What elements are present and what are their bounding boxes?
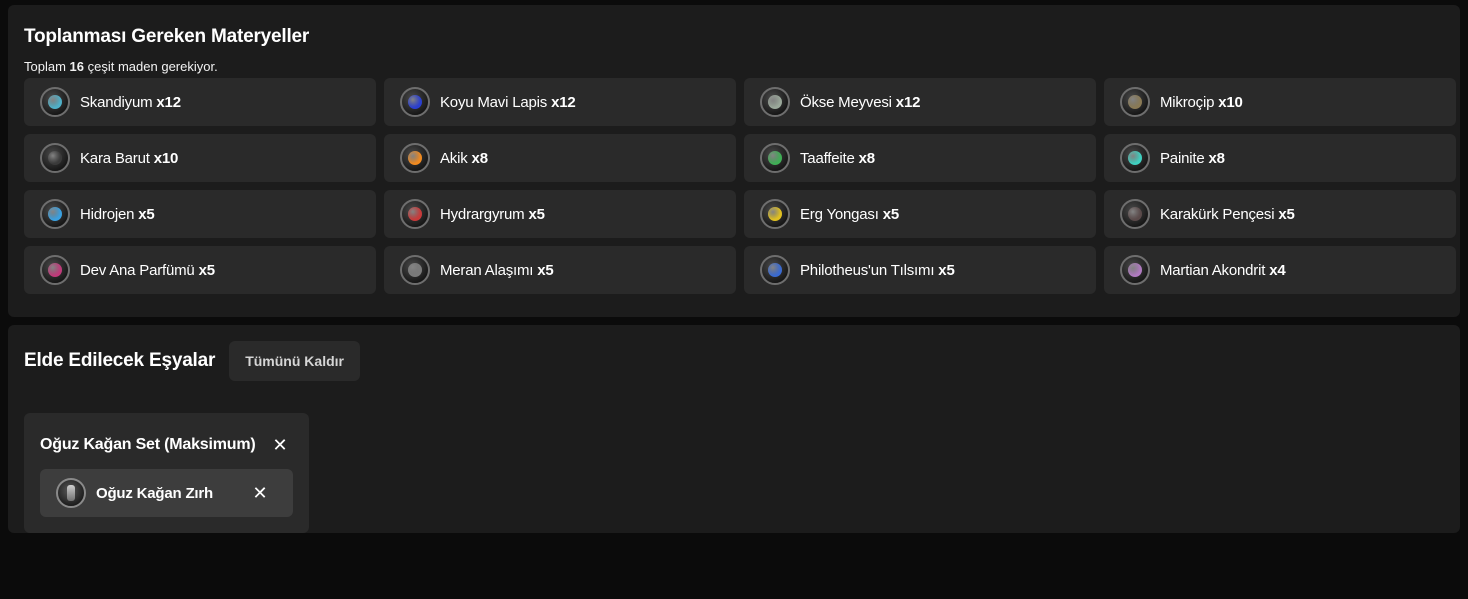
lapis-icon bbox=[400, 87, 430, 117]
material-name: Taaffeite bbox=[800, 149, 855, 167]
material-qty: x5 bbox=[882, 205, 900, 223]
material-name: Kara Barut bbox=[80, 149, 150, 167]
material-item: Skandiyum x12 bbox=[24, 78, 376, 126]
set-card: Oğuz Kağan Set (Maksimum) ✕ Oğuz Kağan Z… bbox=[24, 413, 309, 533]
material-qty: x5 bbox=[1278, 205, 1295, 223]
materials-grid: Skandiyum x12 Koyu Mavi Lapis x12 Ökse Meyve… bbox=[24, 78, 1456, 294]
material-name: Dev Ana Parfümü bbox=[80, 261, 195, 279]
material-qty: x10 bbox=[1218, 93, 1243, 111]
items-header: Elde Edilecek Eşyalar Tümünü Kaldır bbox=[24, 341, 1444, 381]
material-item: Ökse Meyvesi x12 bbox=[744, 78, 1096, 126]
set-item-label: Oğuz Kağan Zırh bbox=[96, 484, 214, 502]
items-title: Elde Edilecek Eşyalar bbox=[24, 350, 216, 371]
kara-barut-icon bbox=[40, 143, 70, 173]
material-name: Mikroçip bbox=[1160, 93, 1215, 111]
philotheus-tilsimi-icon bbox=[760, 255, 790, 285]
material-item: Meran Alaşımı x5 bbox=[384, 246, 736, 294]
close-icon[interactable]: ✕ bbox=[271, 436, 289, 454]
material-name: Philotheus'un Tılsımı bbox=[800, 261, 935, 279]
material-item: Painite x8 bbox=[1104, 134, 1456, 182]
set-item: Oğuz Kağan Zırh ✕ bbox=[40, 469, 293, 517]
material-qty: x10 bbox=[153, 149, 179, 167]
material-item: Karakürk Pençesi x5 bbox=[1104, 190, 1456, 238]
set-title: Oğuz Kağan Set (Maksimum) bbox=[40, 436, 256, 453]
material-item: Akik x8 bbox=[384, 134, 736, 182]
material-name: Koyu Mavi Lapis bbox=[440, 93, 548, 111]
material-qty: x5 bbox=[528, 205, 545, 223]
summary-count: 16 bbox=[69, 59, 85, 74]
material-name: Akik bbox=[440, 149, 468, 167]
material-name: Hidrojen bbox=[80, 205, 135, 223]
material-name: Karakürk Pençesi bbox=[1160, 205, 1275, 223]
close-icon[interactable]: ✕ bbox=[251, 484, 269, 502]
material-item: Taaffeite x8 bbox=[744, 134, 1096, 182]
armor-icon bbox=[56, 478, 86, 508]
material-name: Painite bbox=[1160, 149, 1205, 167]
material-qty: x12 bbox=[156, 93, 181, 111]
painite-icon bbox=[1120, 143, 1150, 173]
material-qty: x8 bbox=[858, 149, 876, 167]
material-qty: x5 bbox=[198, 261, 216, 279]
material-item: Dev Ana Parfümü x5 bbox=[24, 246, 376, 294]
taaffeite-icon bbox=[760, 143, 790, 173]
material-item: Hydrargyrum x5 bbox=[384, 190, 736, 238]
skandiyum-icon bbox=[40, 87, 70, 117]
summary-prefix: Toplam bbox=[24, 59, 66, 74]
items-panel: Elde Edilecek Eşyalar Tümünü Kaldır Oğuz… bbox=[8, 325, 1460, 533]
material-qty: x12 bbox=[895, 93, 921, 111]
materials-title: Toplanması Gereken Materyeller bbox=[24, 26, 310, 47]
materials-summary: Toplam 16 çeşit maden gerekiyor. bbox=[24, 59, 1444, 75]
dev-ana-parfumu-icon bbox=[40, 255, 70, 285]
material-name: Meran Alaşımı bbox=[440, 261, 534, 279]
materials-panel: Toplanması Gereken Materyeller Toplam 16… bbox=[8, 5, 1460, 317]
material-item: Philotheus'un Tılsımı x5 bbox=[744, 246, 1096, 294]
material-name: Erg Yongası bbox=[800, 205, 879, 223]
material-qty: x8 bbox=[471, 149, 489, 167]
material-name: Hydrargyrum bbox=[440, 205, 525, 223]
okse-meyvesi-icon bbox=[760, 87, 790, 117]
material-name: Ökse Meyvesi bbox=[800, 93, 892, 111]
remove-all-button[interactable]: Tümünü Kaldır bbox=[229, 341, 360, 381]
hidrojen-icon bbox=[40, 199, 70, 229]
erg-yongasi-icon bbox=[760, 199, 790, 229]
karakurk-pencesi-icon bbox=[1120, 199, 1150, 229]
material-item: Koyu Mavi Lapis x12 bbox=[384, 78, 736, 126]
meran-alasimi-icon bbox=[400, 255, 430, 285]
material-item: Kara Barut x10 bbox=[24, 134, 376, 182]
material-item: Mikroçip x10 bbox=[1104, 78, 1456, 126]
material-qty: x5 bbox=[138, 205, 155, 223]
material-item: Erg Yongası x5 bbox=[744, 190, 1096, 238]
material-qty: x12 bbox=[551, 93, 576, 111]
akik-icon bbox=[400, 143, 430, 173]
material-qty: x5 bbox=[537, 261, 554, 279]
material-name: Skandiyum bbox=[80, 93, 153, 111]
summary-suffix: çeşit maden gerekiyor. bbox=[87, 59, 218, 74]
material-qty: x5 bbox=[938, 261, 955, 279]
material-item: Martian Akondrit x4 bbox=[1104, 246, 1456, 294]
hydrargyrum-icon bbox=[400, 199, 430, 229]
material-qty: x4 bbox=[1269, 261, 1286, 279]
material-name: Martian Akondrit bbox=[1160, 261, 1266, 279]
material-qty: x8 bbox=[1208, 149, 1225, 167]
martian-akondrit-icon bbox=[1120, 255, 1150, 285]
material-item: Hidrojen x5 bbox=[24, 190, 376, 238]
microchip-icon bbox=[1120, 87, 1150, 117]
